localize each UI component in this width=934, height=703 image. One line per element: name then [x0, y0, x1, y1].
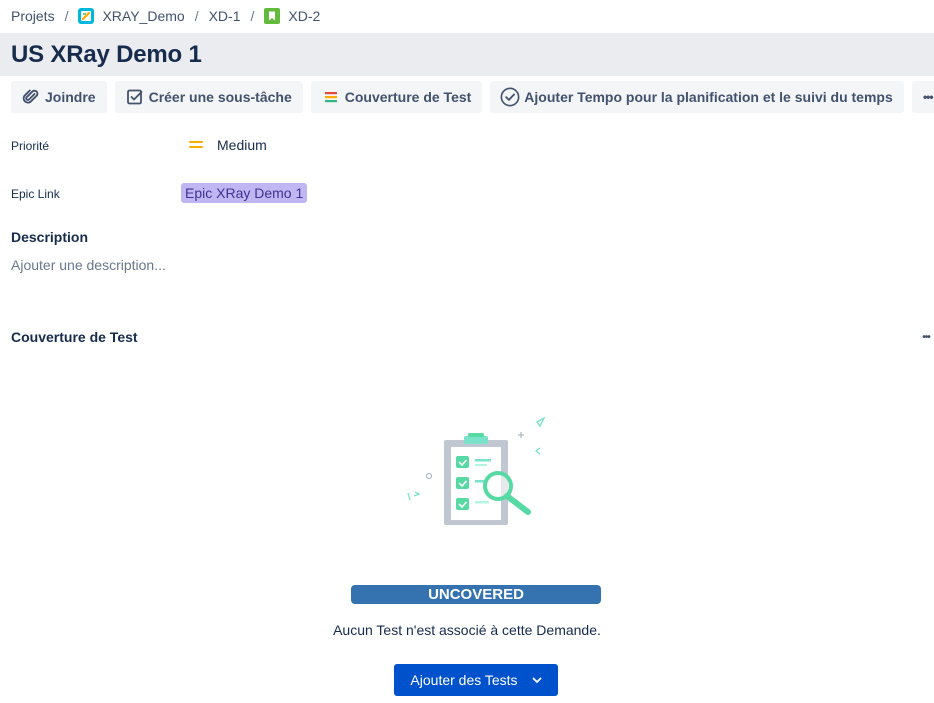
story-icon	[264, 8, 281, 24]
breadcrumb-parent-issue[interactable]: XD-1	[209, 8, 241, 24]
test-coverage-heading: Couverture de Test	[11, 329, 138, 345]
priority-value: Medium	[217, 137, 267, 153]
priority-label: Priorité	[11, 139, 50, 153]
priority-field[interactable]: Medium	[188, 137, 267, 153]
issue-title[interactable]: US XRay Demo 1	[11, 41, 202, 69]
coverage-status-badge: UNCOVERED	[351, 585, 601, 604]
breadcrumb-project[interactable]: XRAY_Demo	[78, 8, 185, 24]
xray-project-icon	[78, 8, 95, 24]
empty-coverage-illustration	[400, 412, 550, 532]
breadcrumb-projects-label: Projets	[11, 8, 55, 24]
add-tempo-button[interactable]: Ajouter Tempo pour la planification et l…	[490, 81, 904, 113]
test-coverage-button[interactable]: Couverture de Test	[310, 81, 483, 113]
epic-link-lozenge[interactable]: Epic XRay Demo 1	[181, 183, 308, 203]
add-tempo-label: Ajouter Tempo pour la planification et l…	[524, 89, 893, 105]
add-tests-label: Ajouter des Tests	[410, 672, 518, 688]
no-tests-message: Aucun Test n'est associé à cette Demande…	[333, 622, 601, 638]
breadcrumb-separator: /	[250, 8, 255, 24]
paperclip-icon	[21, 87, 41, 107]
epic-link-label: Epic Link	[11, 187, 60, 201]
create-subtask-label: Créer une sous-tâche	[148, 89, 292, 105]
attach-button-label: Joindre	[45, 89, 96, 105]
coverage-more-button[interactable]: •••	[918, 327, 934, 347]
description-heading: Description	[11, 229, 89, 245]
attach-button[interactable]: Joindre	[11, 81, 107, 113]
breadcrumb-current-label: XD-2	[288, 8, 321, 24]
breadcrumb-separator: /	[194, 8, 199, 24]
chevron-down-icon[interactable]	[532, 677, 542, 684]
coverage-bars-icon	[321, 87, 341, 107]
breadcrumb-projects[interactable]: Projets	[11, 8, 55, 24]
issue-view: Projets / XRAY_Demo / XD-1 / XD-2 US XRa…	[0, 0, 934, 703]
checkbox-icon	[125, 87, 145, 107]
issue-toolbar: Joindre Créer une sous-tâche Couverture …	[11, 81, 934, 113]
more-icon: •••	[922, 90, 934, 104]
breadcrumb-parent-label: XD-1	[208, 8, 241, 24]
issue-title-bar[interactable]: US XRay Demo 1	[0, 33, 934, 76]
priority-medium-icon	[188, 137, 204, 153]
more-actions-button[interactable]: •••	[911, 81, 934, 113]
create-subtask-button[interactable]: Créer une sous-tâche	[114, 81, 303, 113]
breadcrumb-current-issue[interactable]: XD-2	[264, 8, 320, 24]
check-circle-icon	[500, 87, 520, 107]
breadcrumb: Projets / XRAY_Demo / XD-1 / XD-2	[11, 6, 320, 26]
add-tests-button[interactable]: Ajouter des Tests	[394, 664, 558, 696]
breadcrumb-separator: /	[64, 8, 69, 24]
test-coverage-label: Couverture de Test	[344, 89, 472, 105]
description-input[interactable]: Ajouter une description...	[11, 257, 166, 273]
more-icon: •••	[922, 331, 930, 343]
breadcrumb-project-label: XRAY_Demo	[102, 8, 185, 24]
